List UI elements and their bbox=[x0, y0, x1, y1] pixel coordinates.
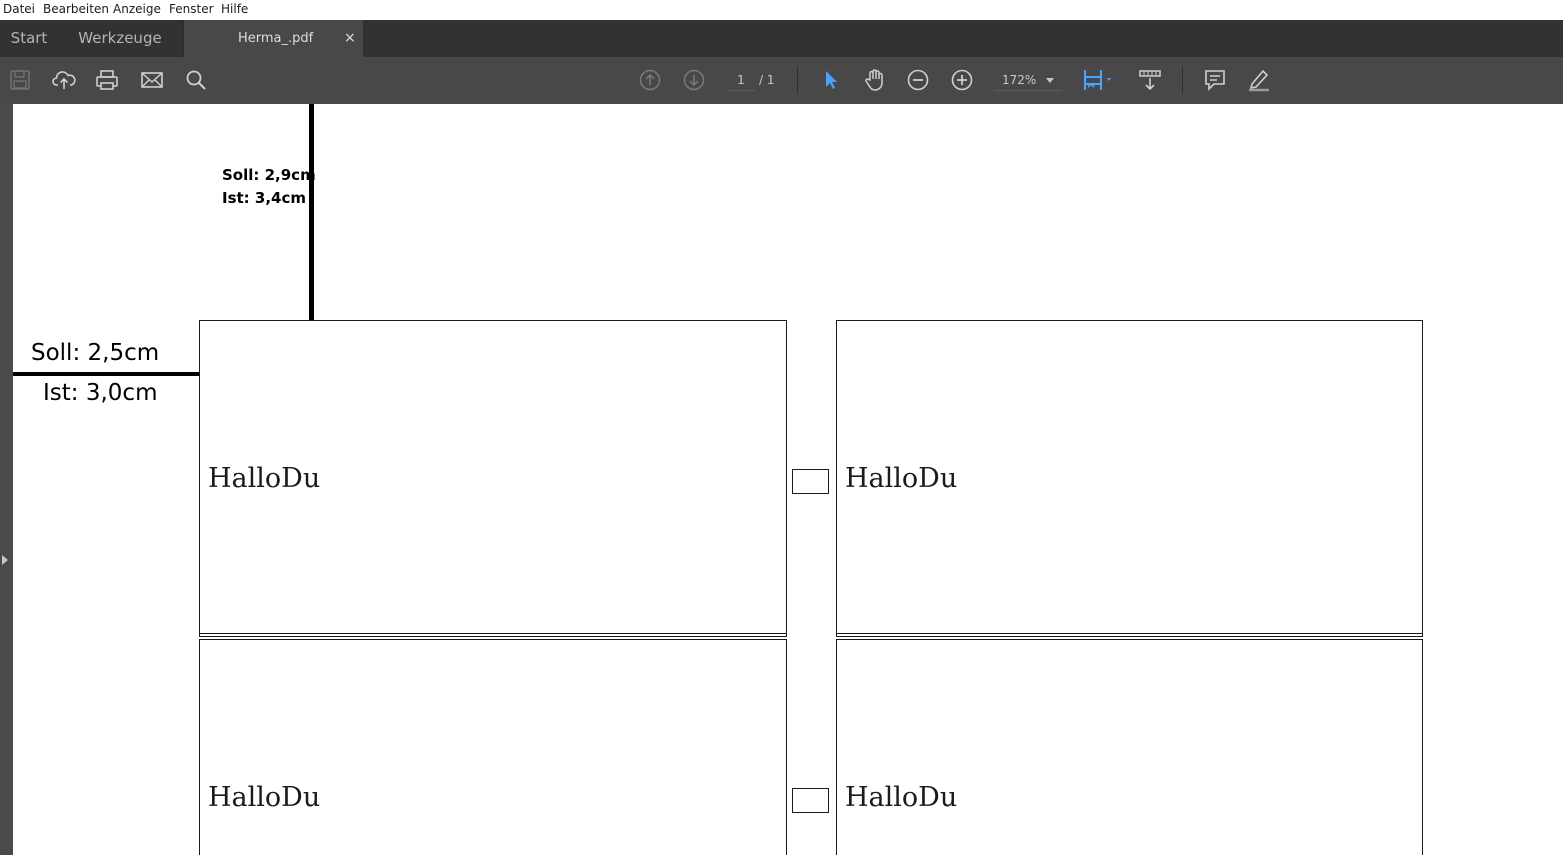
tab-document[interactable]: Herma_.pdf × bbox=[184, 20, 363, 57]
toolbar: 1 / 1 172% bbox=[0, 57, 1563, 104]
toolbar-separator bbox=[1182, 66, 1183, 94]
chevron-down-icon bbox=[1046, 78, 1054, 83]
close-tab-icon[interactable]: × bbox=[344, 20, 356, 57]
top-annotation-soll: Soll: 2,9cm bbox=[222, 166, 316, 184]
vertical-measure-line bbox=[309, 104, 314, 323]
email-icon[interactable] bbox=[139, 67, 165, 93]
top-annotation-ist: Ist: 3,4cm bbox=[222, 189, 306, 207]
menu-fenster[interactable]: Fenster bbox=[169, 2, 214, 16]
expand-panel-arrow-icon[interactable] bbox=[2, 555, 8, 565]
pdf-page: Soll: 2,9cm Ist: 3,4cm Soll: 2,5cm Ist: … bbox=[13, 104, 1563, 855]
label-text: HalloDu bbox=[208, 463, 321, 494]
comment-icon[interactable] bbox=[1202, 67, 1228, 93]
hand-tool-icon[interactable] bbox=[861, 67, 887, 93]
tab-start[interactable]: Start bbox=[0, 20, 58, 57]
page-down-icon[interactable] bbox=[681, 67, 707, 93]
menu-anzeige[interactable]: Anzeige bbox=[113, 2, 161, 16]
spacer-box bbox=[792, 469, 829, 494]
menu-hilfe[interactable]: Hilfe bbox=[221, 2, 248, 16]
search-icon[interactable] bbox=[183, 67, 209, 93]
spacer-box bbox=[792, 788, 829, 813]
label-text: HalloDu bbox=[208, 782, 321, 813]
horizontal-measure-line bbox=[13, 372, 200, 376]
scroll-mode-icon[interactable] bbox=[1137, 67, 1163, 93]
label-text: HalloDu bbox=[845, 463, 958, 494]
document-view[interactable]: Soll: 2,9cm Ist: 3,4cm Soll: 2,5cm Ist: … bbox=[0, 104, 1563, 855]
label-box: HalloDu bbox=[199, 320, 787, 637]
zoom-level-value: 172% bbox=[1002, 73, 1037, 87]
label-box: HalloDu bbox=[836, 639, 1423, 855]
menu-bearbeiten[interactable]: Bearbeiten bbox=[43, 2, 109, 16]
page-up-icon[interactable] bbox=[637, 67, 663, 93]
print-icon[interactable] bbox=[94, 67, 120, 93]
tab-bar: Start Werkzeuge Herma_.pdf × bbox=[0, 20, 1563, 57]
highlight-pen-icon[interactable] bbox=[1246, 67, 1272, 93]
left-panel-gutter[interactable] bbox=[0, 104, 13, 855]
menu-bar: Datei Bearbeiten Anzeige Fenster Hilfe bbox=[0, 0, 1563, 20]
label-box: HalloDu bbox=[836, 320, 1423, 637]
save-icon[interactable] bbox=[7, 67, 33, 93]
page-total: / 1 bbox=[759, 73, 775, 87]
toolbar-separator bbox=[797, 66, 798, 94]
label-box: HalloDu bbox=[199, 639, 787, 855]
zoom-in-icon[interactable] bbox=[949, 67, 975, 93]
left-annotation-soll: Soll: 2,5cm bbox=[31, 340, 160, 366]
tab-tools[interactable]: Werkzeuge bbox=[58, 20, 183, 57]
zoom-out-icon[interactable] bbox=[905, 67, 931, 93]
fit-page-icon[interactable] bbox=[1080, 67, 1116, 93]
menu-datei[interactable]: Datei bbox=[3, 2, 35, 16]
page-number-input[interactable]: 1 bbox=[727, 69, 755, 91]
select-arrow-icon[interactable] bbox=[817, 67, 843, 93]
tab-document-label: Herma_.pdf bbox=[238, 31, 314, 46]
left-annotation-ist: Ist: 3,0cm bbox=[43, 380, 158, 406]
zoom-level-select[interactable]: 172% bbox=[994, 69, 1062, 91]
cloud-upload-icon[interactable] bbox=[51, 67, 77, 93]
label-text: HalloDu bbox=[845, 782, 958, 813]
